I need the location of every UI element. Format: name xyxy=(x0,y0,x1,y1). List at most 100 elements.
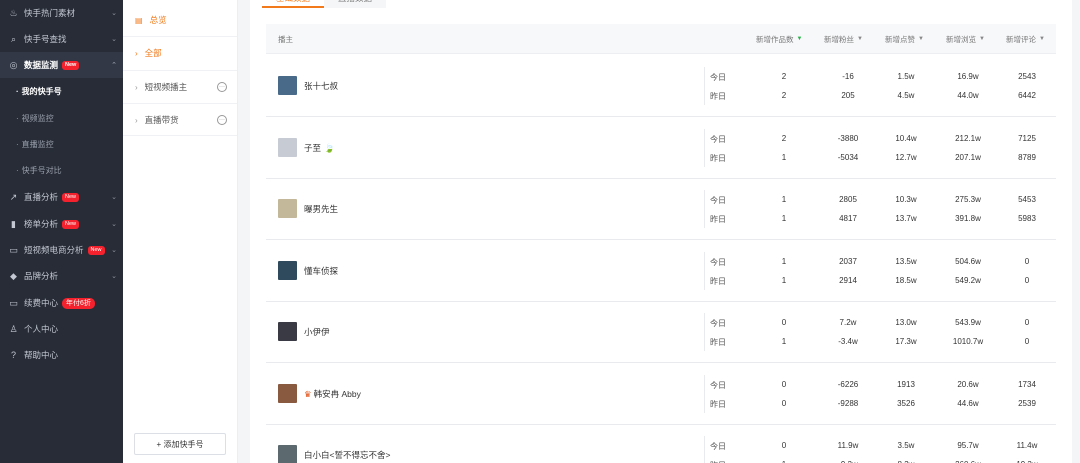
likes-value: 13.5w xyxy=(895,256,917,266)
fans-value: 7.2w xyxy=(839,318,857,327)
sort-down-icon[interactable]: ▼ xyxy=(1039,36,1045,42)
likes-value: 13.0w xyxy=(895,318,917,327)
chevron-right-icon: › xyxy=(135,115,138,125)
table-row[interactable]: 白小白<誓不得忘不舍>今日011.9w3.5w95.7w11.4w昨日1-9.2… xyxy=(266,424,1056,463)
sidebar-subitem-my-accounts[interactable]: 我的快手号 xyxy=(0,78,123,104)
more-icon[interactable]: ··· xyxy=(217,115,227,125)
column-header-comments[interactable]: 新增评论 ▼ xyxy=(1006,24,1045,54)
document-icon: ▤ xyxy=(135,15,143,25)
comments-value: 0 xyxy=(1024,318,1030,327)
sidebar-item-data-monitor[interactable]: ◎ 数据监测 New ⌃ xyxy=(0,52,123,78)
anchor-name-text: 懂车侦探 xyxy=(304,265,339,276)
views-value: 207.1w xyxy=(955,152,981,162)
add-account-button[interactable]: + 添加快手号 xyxy=(134,433,226,455)
table-row[interactable]: 张十七叔 今日 2 -16 1.5w 16.9w 2543 昨日 2 205 4.5w 44.0w 64… xyxy=(266,55,1056,117)
column-header-anchor: 播主 xyxy=(278,34,293,44)
table-row[interactable]: 小伊伊 今日 0 7.2w 13.0w 543.9w 0 昨日 1 -3.4w 17.3w 1010.… xyxy=(266,301,1056,363)
sidebar-item-hot-material[interactable]: ♨ 快手热门素材 ⌄ xyxy=(0,0,123,26)
anchor-name[interactable]: 子至 🍃 xyxy=(304,142,335,154)
group-all[interactable]: › 全部 xyxy=(123,37,237,69)
comments-value: 7125 xyxy=(1018,133,1036,143)
anchor-name[interactable]: 小伊伊 xyxy=(304,326,330,338)
avatar[interactable] xyxy=(278,383,297,403)
sidebar-subitem-live-monitor[interactable]: 直播监控 xyxy=(0,131,123,157)
tab-live-data[interactable]: 直播数据 xyxy=(324,0,387,8)
fans-value: -3.4w xyxy=(838,337,858,346)
comments-value: 0 xyxy=(1024,337,1030,346)
group-live-commerce[interactable]: › 直播带货 ··· xyxy=(123,104,237,136)
anchor-name[interactable]: 曝男先生 xyxy=(304,203,338,215)
comments-value: 0 xyxy=(1024,256,1030,266)
more-icon[interactable]: ··· xyxy=(217,82,227,92)
sort-down-icon[interactable]: ▼ xyxy=(857,36,863,42)
table-header: 播主 新增作品数 ▼ 新增粉丝 ▼ 新增点赞 ▼ 新增浏览 ▼ 新增评论 ▼ xyxy=(266,24,1056,54)
sort-down-icon[interactable]: ▼ xyxy=(797,36,803,42)
table-row[interactable]: 曝男先生 今日 1 2805 10.3w 275.3w 5453 昨日 1 4817 13.7w 39… xyxy=(266,178,1056,240)
comments-value: 5983 xyxy=(1018,214,1036,223)
avatar[interactable] xyxy=(278,199,297,218)
sidebar-subitem-account-compare[interactable]: 快手号对比 xyxy=(0,157,123,183)
group-label: 全部 xyxy=(144,48,162,58)
sidebar-subitem-video-monitor[interactable]: 视频监控 xyxy=(0,105,123,131)
fans-value: 205 xyxy=(841,91,855,100)
crown-icon: ♛ xyxy=(304,388,312,399)
avatar[interactable] xyxy=(278,260,297,280)
avatar[interactable] xyxy=(278,137,297,157)
sort-down-icon[interactable]: ▼ xyxy=(979,36,985,42)
anchor-name-text: 张十七叔 xyxy=(304,81,339,91)
fans-value: -9288 xyxy=(837,398,859,408)
column-header-works[interactable]: 新增作品数 ▼ xyxy=(756,24,802,54)
table-row[interactable]: 子至 🍃 今日 2 -3880 10.4w 212.1w 7125 昨日 1 -5034 12.7w 2… xyxy=(266,117,1056,179)
likes-value: 13.7w xyxy=(895,214,917,223)
chevron-down-icon: ⌄ xyxy=(111,194,117,201)
anchor-name[interactable]: ♛ 韩安冉 Abby xyxy=(304,388,361,400)
group-short-video[interactable]: › 短视频播主 ··· xyxy=(123,71,237,103)
table-row[interactable]: 懂车侦探 今日 1 2037 13.5w 504.6w 0 昨日 1 2914 18.5w 549.2… xyxy=(266,240,1056,302)
sidebar-item-help-center[interactable]: ? 帮助中心 xyxy=(0,342,123,368)
column-header-views[interactable]: 新增浏览 ▼ xyxy=(946,24,985,54)
cart-icon: ▭ xyxy=(9,244,18,255)
fans-value: 2037 xyxy=(839,256,857,266)
sidebar-item-ecommerce-analysis[interactable]: ▭ 短视频电商分析 New ⌄ xyxy=(0,237,123,263)
views-value: 212.1w xyxy=(955,133,981,143)
tab-basic-data[interactable]: 基础数据 xyxy=(262,0,325,8)
views-value: 1010.7w xyxy=(952,337,984,346)
anchor-name[interactable]: 懂车侦探 xyxy=(304,265,338,277)
anchor-name[interactable]: 张十七叔 xyxy=(304,80,338,92)
search-icon: ⌕ xyxy=(10,33,17,44)
day-label-today: 今日 xyxy=(710,319,726,328)
works-value: 0 xyxy=(781,441,787,450)
day-label-yesterday: 昨日 xyxy=(710,92,726,101)
table-row[interactable]: ♛ 韩安冉 Abby 今日 0 -6226 1913 20.6w 1734 昨日 0 -9288 35… xyxy=(266,363,1056,425)
chevron-up-icon: ⌃ xyxy=(111,62,117,69)
overview-link[interactable]: ▤ 总览 xyxy=(123,4,237,36)
sidebar-item-label: 品牌分析 xyxy=(24,271,59,281)
works-value: 2 xyxy=(781,91,787,100)
sidebar-item-account-search[interactable]: ⌕ 快手号查找 ⌄ xyxy=(0,26,123,52)
sidebar-item-ranking-analysis[interactable]: ▮ 榜单分析 New ⌄ xyxy=(0,211,123,237)
sidebar-item-renewal-center[interactable]: ▭ 续费中心 年付6折 xyxy=(0,290,123,316)
monitor-icon: ◎ xyxy=(9,59,18,70)
day-label-yesterday: 昨日 xyxy=(710,276,726,286)
sidebar-subitem-label: 直播监控 xyxy=(21,139,54,149)
avatar[interactable] xyxy=(278,322,297,341)
anchor-name[interactable]: 白小白<誓不得忘不舍> xyxy=(304,449,390,461)
sidebar-item-label: 续费中心 xyxy=(24,298,59,308)
sidebar-item-personal-center[interactable]: ♙ 个人中心 xyxy=(0,316,123,342)
views-value: 275.3w xyxy=(955,195,981,204)
sort-down-icon[interactable]: ▼ xyxy=(918,36,924,42)
avatar[interactable] xyxy=(278,76,297,95)
column-header-likes[interactable]: 新增点赞 ▼ xyxy=(885,24,924,54)
sidebar-item-live-analysis[interactable]: ↗ 直播分析 New ⌄ xyxy=(0,184,123,210)
sidebar-item-brand-analysis[interactable]: ◆ 品牌分析 ⌄ xyxy=(0,263,123,289)
fans-value: -16 xyxy=(842,72,854,81)
views-value: 95.7w xyxy=(957,441,979,450)
likes-value: 10.4w xyxy=(895,133,917,143)
avatar[interactable] xyxy=(278,445,297,463)
anchor-name-text: 小伊伊 xyxy=(304,327,330,337)
trend-icon: ↗ xyxy=(9,191,18,202)
comments-value: 2543 xyxy=(1018,72,1036,81)
comments-value: 5453 xyxy=(1018,195,1036,204)
chevron-down-icon: ⌄ xyxy=(111,10,117,17)
column-header-fans[interactable]: 新增粉丝 ▼ xyxy=(824,24,863,54)
